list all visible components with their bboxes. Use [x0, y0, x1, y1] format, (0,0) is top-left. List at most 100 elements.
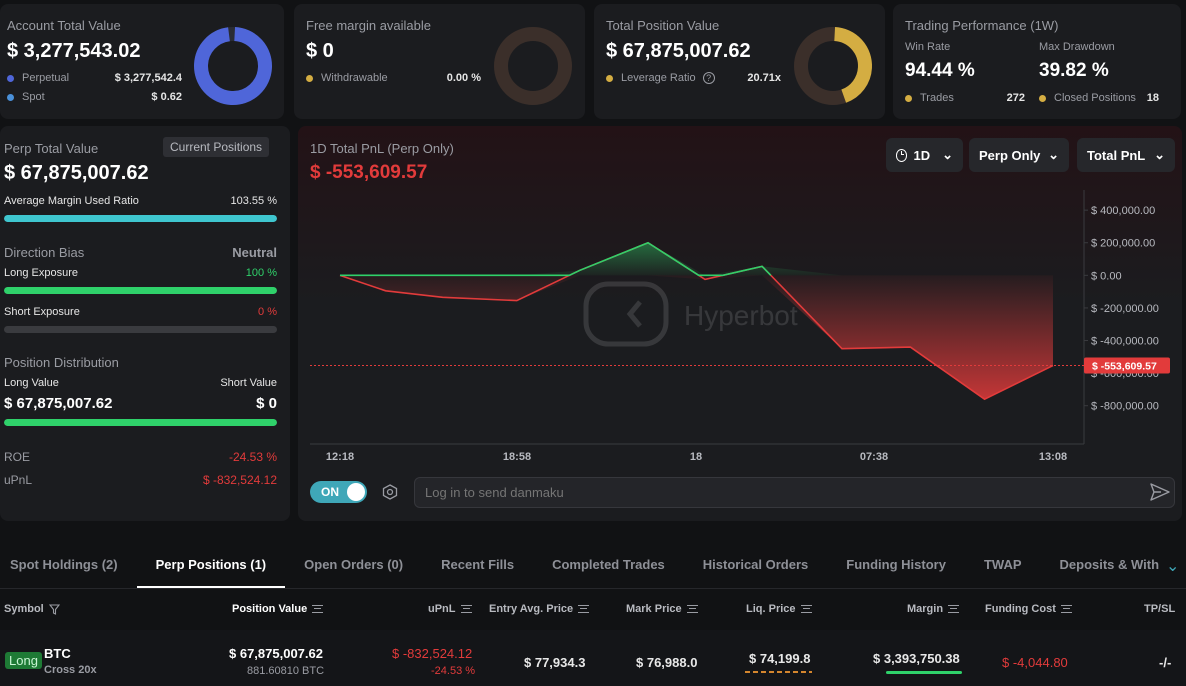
pnl-type-dropdown[interactable]: Total PnL ⌄: [1077, 138, 1175, 172]
perp-scope-dropdown[interactable]: Perp Only ⌄: [969, 138, 1069, 172]
mark-price: $ 76,988.0: [636, 655, 698, 670]
tab-deposits-withdraw[interactable]: Deposits & Withdraw: [1041, 542, 1159, 588]
long-exposure-bar: [4, 287, 277, 294]
header-entry-price-label: Entry Avg. Price: [489, 603, 574, 615]
pnl-chart: Hyperbot $ 400,000.00 $ 200,000.00 $ 0.00 $…: [310, 190, 1170, 463]
margin-ratio-label: Average Margin Used Ratio: [4, 195, 139, 207]
header-upnl[interactable]: uPnL: [428, 603, 472, 615]
upnl-value: $ -832,524.12: [202, 473, 277, 487]
send-icon[interactable]: [1150, 483, 1170, 504]
header-funding-cost[interactable]: Funding Cost: [985, 603, 1072, 615]
symbol-mode: Cross 20x: [44, 664, 97, 676]
short-exposure-label: Short Exposure: [4, 306, 80, 318]
header-symbol-label: Symbol: [4, 603, 44, 615]
x-tick-label: 13:08: [1039, 451, 1067, 463]
leverage-value: 20.71x: [747, 72, 781, 84]
direction-bias-value: Neutral: [232, 245, 277, 260]
upnl-cell: $ -832,524.12: [392, 646, 473, 661]
tab-spot-holdings[interactable]: Spot Holdings (2): [0, 542, 137, 588]
sort-icon[interactable]: [578, 605, 590, 613]
x-tick-label: 18:58: [503, 451, 531, 463]
win-rate-value: 94.44 %: [905, 60, 975, 81]
filter-icon[interactable]: [48, 603, 60, 615]
sort-icon[interactable]: [460, 605, 472, 613]
roe-label: ROE: [4, 450, 31, 464]
leverage-row: Leverage Ratio ? 20.71x: [606, 72, 781, 84]
sort-icon[interactable]: [686, 605, 698, 613]
y-tick-label: $ 0.00: [1091, 270, 1122, 282]
chevron-down-icon: ⌄: [1154, 147, 1165, 162]
timeframe-dropdown[interactable]: 1D ⌄: [886, 138, 963, 172]
long-exposure-fill: [4, 287, 277, 294]
trading-performance-card: Trading Performance (1W) Win Rate 94.44 …: [893, 4, 1181, 119]
margin-ratio-value: 103.55 %: [230, 195, 277, 207]
funding-cost-cell: $ -4,044.80: [1002, 655, 1068, 670]
margin-ratio-fill: [4, 215, 277, 222]
header-liq-price-label: Liq. Price: [746, 603, 796, 615]
margin-donut: [494, 27, 572, 105]
pnl-green-area: [340, 242, 1053, 276]
sort-icon[interactable]: [800, 605, 812, 613]
sort-icon[interactable]: [312, 605, 324, 613]
header-position-value[interactable]: Position Value: [232, 603, 324, 615]
danmaku-input[interactable]: [414, 477, 1175, 508]
tab-open-orders[interactable]: Open Orders (0): [285, 542, 422, 588]
symbol-name[interactable]: BTC: [44, 646, 71, 661]
free-margin-label: Free margin available: [306, 18, 432, 33]
perpetual-value: $ 3,277,542.4: [114, 72, 182, 84]
header-symbol[interactable]: Symbol: [4, 603, 60, 615]
withdrawable-dot: [306, 74, 313, 82]
tab-completed-trades[interactable]: Completed Trades: [533, 542, 684, 588]
y-tick-label: $ -200,000.00: [1091, 303, 1159, 315]
header-margin[interactable]: Margin: [907, 603, 960, 615]
header-liq-price[interactable]: Liq. Price: [746, 603, 812, 615]
toggle-knob: [347, 483, 365, 501]
current-value-tag: $ -553,609.57: [1084, 357, 1170, 374]
tab-twap[interactable]: TWAP: [965, 542, 1041, 588]
spot-label: Spot: [22, 91, 45, 103]
side-badge: Long: [5, 652, 42, 669]
settings-hex-icon[interactable]: [382, 484, 398, 500]
header-entry-price[interactable]: Entry Avg. Price: [489, 603, 590, 615]
roe-row: ROE -24.53 %: [4, 450, 277, 464]
tab-perp-positions[interactable]: Perp Positions (1): [136, 542, 286, 588]
distribution-bar: [4, 419, 277, 426]
watermark-text: Hyperbot: [684, 300, 798, 331]
distribution-labels-row: Long Value Short Value: [4, 377, 277, 389]
win-rate-label: Win Rate: [905, 41, 951, 53]
free-margin-value: $ 0: [306, 40, 334, 62]
upnl-row: uPnL $ -832,524.12: [4, 473, 277, 487]
closed-positions-row: Closed Positions 18: [1039, 92, 1159, 104]
header-mark-price[interactable]: Mark Price: [626, 603, 698, 615]
tabs-more-chevron-icon[interactable]: ⌄: [1166, 556, 1179, 576]
chart-watermark: Hyperbot: [583, 281, 798, 347]
entry-price: $ 77,934.3: [524, 655, 586, 670]
x-tick-label: 07:38: [860, 451, 888, 463]
bottom-tabs: Spot Holdings (2) Perp Positions (1) Ope…: [0, 542, 1186, 588]
current-positions-button[interactable]: Current Positions: [163, 137, 270, 157]
header-tpsl-label: TP/SL: [1144, 603, 1176, 615]
header-position-value-label: Position Value: [232, 603, 308, 615]
tab-funding-history[interactable]: Funding History: [827, 542, 965, 588]
header-upnl-label: uPnL: [428, 603, 456, 615]
perp-total-label: Perp Total Value: [4, 141, 99, 156]
margin-ratio-bar: [4, 215, 277, 222]
leverage-label: Leverage Ratio: [621, 72, 696, 84]
upnl-label: uPnL: [4, 473, 33, 487]
trading-performance-label: Trading Performance (1W): [905, 18, 1059, 33]
sort-icon[interactable]: [1060, 605, 1072, 613]
total-position-card: Total Position Value $ 67,875,007.62 Lev…: [594, 4, 885, 119]
y-tick-label: $ 400,000.00: [1091, 205, 1155, 217]
max-drawdown-label: Max Drawdown: [1039, 41, 1115, 53]
tpsl-cell[interactable]: -/-: [1159, 655, 1171, 670]
tab-historical-orders[interactable]: Historical Orders: [684, 542, 828, 588]
header-mark-price-label: Mark Price: [626, 603, 682, 615]
long-exposure-row: Long Exposure 100 %: [4, 267, 277, 279]
tab-recent-fills[interactable]: Recent Fills: [422, 542, 533, 588]
trades-row: Trades 272: [905, 92, 1025, 104]
x-tick-label: 12:18: [326, 451, 354, 463]
help-icon[interactable]: ?: [702, 72, 715, 84]
sort-icon[interactable]: [948, 605, 960, 613]
margin-cell: $ 3,393,750.38: [873, 651, 960, 666]
danmaku-toggle[interactable]: ON: [310, 481, 367, 503]
